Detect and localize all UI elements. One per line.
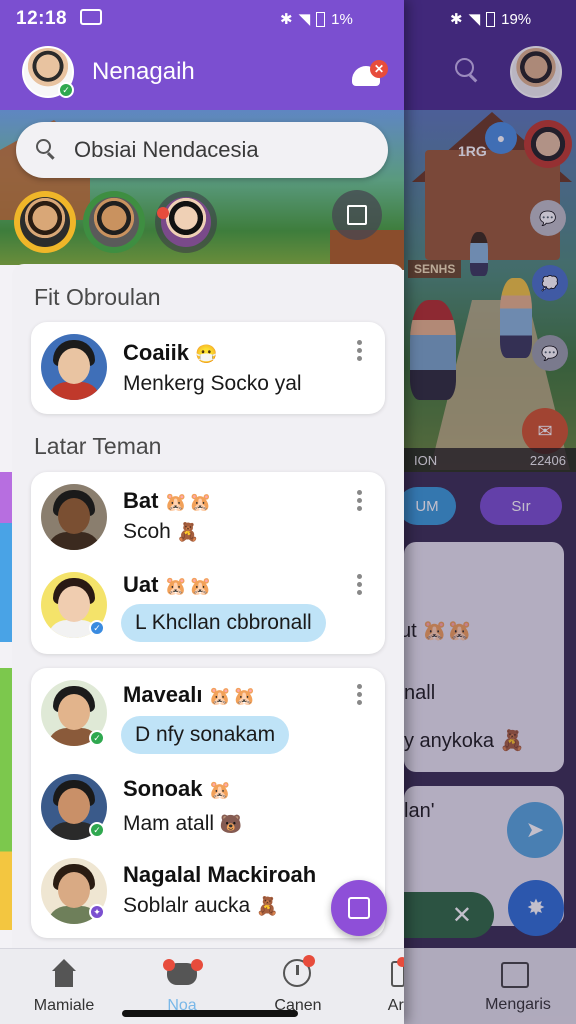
search-bar[interactable]: Obsiai Nendacesia	[16, 122, 388, 178]
contact-name: Uat 🐹🐹	[123, 572, 214, 597]
battery-icon	[486, 11, 496, 27]
battery-percent: 19%	[501, 10, 532, 28]
contact-name: Mavealı 🐹🐹	[123, 682, 258, 707]
story-avatar[interactable]	[14, 191, 76, 253]
nav-item-chat[interactable]: Noa	[132, 959, 232, 1015]
online-badge: ✓	[89, 730, 105, 746]
last-message: Scoh 🧸	[123, 520, 202, 543]
nav-item-calls[interactable]: Arı	[348, 957, 404, 1015]
more-options-icon[interactable]	[357, 340, 363, 362]
chat-icon	[163, 959, 203, 989]
story-avatar[interactable]	[155, 191, 217, 253]
chat-row[interactable]: ✓ Uat 🐹🐹 L Khcllan cbbronall	[31, 560, 385, 650]
verified-badge: ✓	[89, 620, 105, 636]
clock-icon	[283, 955, 315, 989]
home-indicator[interactable]	[122, 1010, 298, 1017]
search-icon	[36, 139, 56, 160]
contact-name: Bat 🐹🐹	[123, 488, 214, 513]
scan-icon	[348, 897, 370, 919]
battery-percent: 1%	[331, 10, 353, 28]
contact-name: Coaiik 😷	[123, 340, 220, 365]
more-options-icon[interactable]	[357, 684, 363, 706]
home-icon	[49, 959, 79, 989]
chat-row[interactable]: Coaiik 😷 Menkerg Socko yal	[31, 322, 385, 412]
pinned-card: Coaiik 😷 Menkerg Socko yal	[31, 322, 385, 414]
story-alert-badge	[157, 207, 169, 219]
status-time: 12:18	[16, 8, 68, 29]
nav-item-home[interactable]: Mamiale	[14, 959, 114, 1015]
friends-card: Bat 🐹🐹 Scoh 🧸 ✓ Uat 🐹🐹 L Khcllan cbbrona…	[31, 472, 385, 654]
drawer-title: Nenagaih	[92, 58, 195, 85]
new-chat-button[interactable]	[331, 880, 387, 936]
background-dim	[404, 0, 576, 1024]
online-badge: ✓	[58, 82, 74, 98]
bluetooth-icon: ✱	[450, 11, 463, 28]
story-avatar[interactable]	[83, 191, 145, 253]
contact-name: Sonoak 🐹	[123, 776, 234, 801]
phone-icon	[383, 957, 404, 989]
last-message: Menkerg Socko yal	[123, 372, 302, 395]
online-badge: ✓	[89, 822, 105, 838]
status-badge: ✦	[89, 904, 105, 920]
battery-icon	[316, 11, 326, 27]
drawer-header: ✓ Nenagaih ✕	[0, 38, 404, 110]
wifi-icon: ◥	[298, 11, 311, 28]
mail-notification-icon	[80, 9, 102, 25]
section-friends-label: Latar Teman	[34, 433, 162, 459]
contact-name: Nagalal Mackiroah	[123, 862, 317, 887]
scan-button[interactable]	[332, 190, 382, 240]
wifi-icon: ◥	[468, 11, 481, 28]
more-options-icon[interactable]	[357, 490, 363, 512]
last-message: Soblalr aucka 🧸	[123, 894, 281, 917]
nav-label: Mamiale	[33, 997, 95, 1014]
search-input[interactable]: Obsiai Nendacesia	[74, 137, 259, 163]
message-bubble: L Khcllan cbbronall	[121, 604, 326, 642]
last-message: Mam atall 🐻	[123, 812, 245, 835]
chat-row[interactable]: ✓ Sonoak 🐹 Mam atall 🐻	[31, 768, 385, 858]
scan-icon	[347, 205, 367, 225]
chat-row[interactable]: Bat 🐹🐹 Scoh 🧸	[31, 472, 385, 562]
nav-item-recent[interactable]: Canen	[248, 955, 348, 1015]
bluetooth-icon: ✱	[280, 11, 293, 28]
more-options-icon[interactable]	[357, 574, 363, 596]
status-icons-left: ✱ ◥ 1%	[280, 10, 353, 29]
chat-row[interactable]: ✓ Mavealı 🐹🐹 D nfy sonakam	[31, 668, 385, 758]
side-strip	[0, 472, 12, 642]
section-pinned-label: Fit Obroulan	[34, 284, 161, 310]
alert-badge-icon: ✕	[370, 60, 388, 78]
avatar	[41, 484, 107, 550]
nav-label: Arı	[387, 997, 404, 1014]
notification-bell-icon[interactable]: ✕	[350, 60, 388, 88]
avatar	[41, 334, 107, 400]
status-icons-right: ✱ ◥ 19%	[450, 10, 532, 29]
navigation-drawer: 12:18 ✱ ◥ 1% ✓ Nenagaih ✕ Obsiai Nendace…	[0, 0, 404, 1024]
side-strip	[0, 668, 12, 930]
message-bubble: D nfy sonakam	[121, 716, 290, 754]
